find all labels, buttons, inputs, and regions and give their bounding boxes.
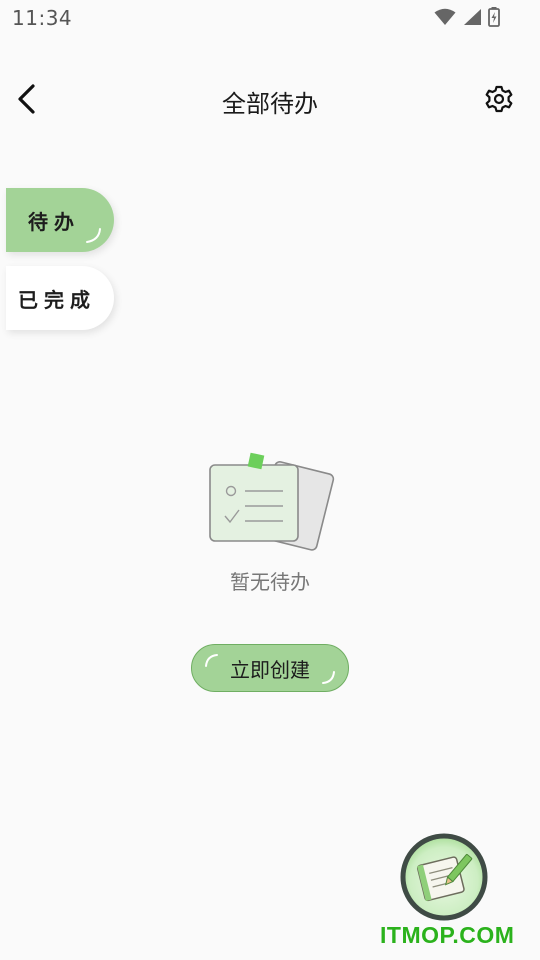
- cell-signal-icon: [464, 9, 481, 25]
- battery-charging-icon: [488, 7, 500, 27]
- tab-completed-label: 已完成: [18, 287, 96, 312]
- notebook-pencil-icon: [400, 833, 488, 921]
- swoosh-decoration-icon: [322, 671, 335, 684]
- page-title: 全部待办: [222, 90, 318, 118]
- wifi-icon: [434, 8, 456, 25]
- app-header: 全部待办: [0, 70, 540, 130]
- tab-pending-label: 待办: [28, 209, 80, 234]
- watermark: ITMOP.COM: [380, 922, 515, 948]
- status-bar: 11:34: [0, 0, 540, 36]
- tab-pending[interactable]: 待办: [6, 188, 114, 252]
- gear-icon: [485, 85, 513, 113]
- swoosh-decoration-icon: [86, 228, 101, 243]
- empty-notes-illustration: [209, 452, 335, 551]
- tab-completed[interactable]: 已完成: [6, 266, 114, 330]
- settings-button[interactable]: [482, 82, 516, 116]
- status-time: 11:34: [12, 6, 73, 30]
- swoosh-decoration-icon: [205, 654, 218, 667]
- status-icons: [434, 7, 500, 27]
- empty-state-message: 暂无待办: [230, 570, 310, 594]
- create-now-label: 立即创建: [230, 657, 310, 682]
- create-now-button[interactable]: 立即创建: [191, 644, 349, 692]
- floating-add-button[interactable]: [399, 832, 489, 922]
